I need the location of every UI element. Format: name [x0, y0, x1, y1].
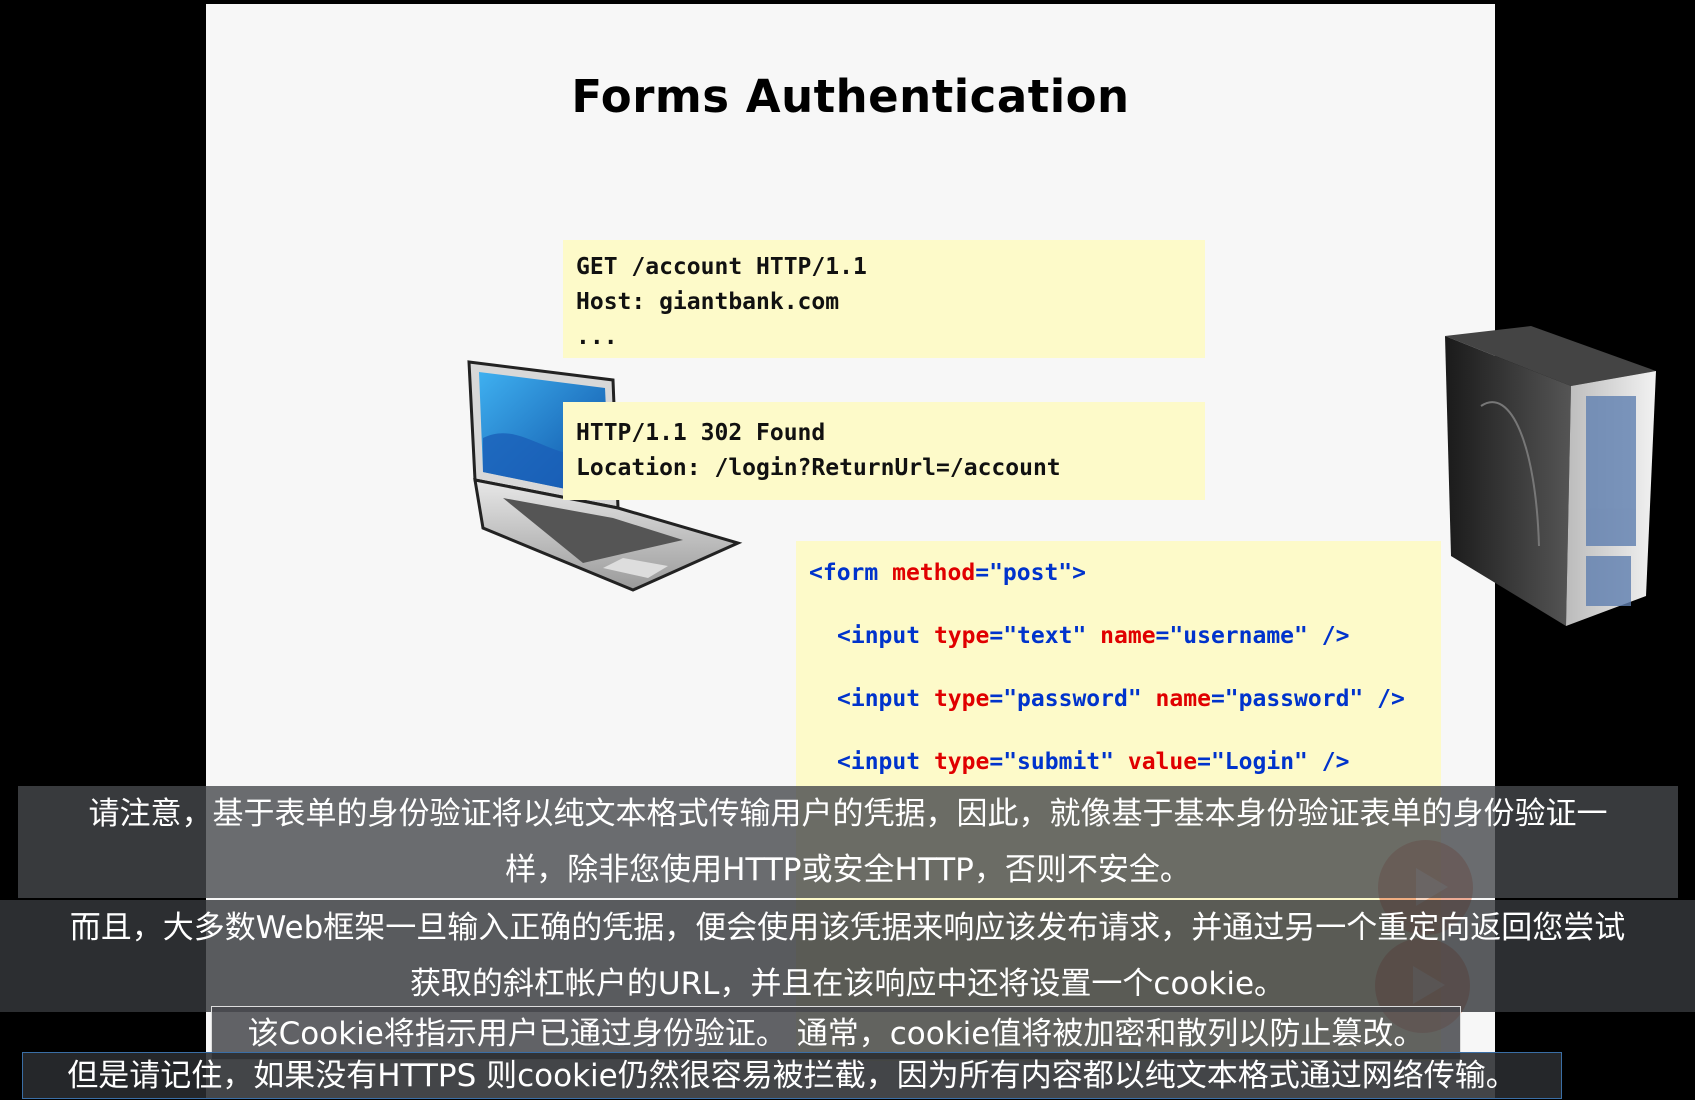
- request-line: GET /account HTTP/1.1: [576, 254, 867, 280]
- response-status: HTTP/1.1 302 Found: [576, 420, 826, 446]
- input-password-line: <input type="password" name="password" /…: [837, 686, 1405, 712]
- subtitle-line: 获取的斜杠帐户的URL，并且在该响应中还将设置一个cookie。: [409, 966, 1286, 1002]
- http-request-box: GET /account HTTP/1.1 Host: giantbank.co…: [563, 240, 1205, 358]
- request-host: Host: giantbank.com: [576, 289, 840, 315]
- server-icon: [1445, 326, 1656, 626]
- subtitle-line: 请注意，基于表单的身份验证将以纯文本格式传输用户的凭据，因此，就像基于基本身份验…: [88, 796, 1608, 832]
- request-ellipsis: ...: [576, 324, 618, 350]
- response-location: Location: /login?ReturnUrl=/account: [576, 455, 1061, 481]
- http-response-box: HTTP/1.1 302 Found Location: /login?Retu…: [563, 402, 1205, 500]
- input-username-line: <input type="text" name="username" />: [837, 623, 1350, 649]
- slide-title: Forms Authentication: [571, 70, 1130, 123]
- subtitle-block-4: 但是请记住，如果没有HTTPS 则cookie仍然很容易被拦截，因为所有内容都以…: [22, 1052, 1562, 1099]
- subtitle-block-2: 而且，大多数Web框架一旦输入正确的凭据，便会使用该凭据来响应该发布请求，并通过…: [0, 900, 1695, 1012]
- subtitle-block-1: 请注意，基于表单的身份验证将以纯文本格式传输用户的凭据，因此，就像基于基本身份验…: [18, 786, 1678, 898]
- form-open-line: <form method="post">: [809, 560, 1087, 586]
- subtitle-line: 而且，大多数Web框架一旦输入正确的凭据，便会使用该凭据来响应该发布请求，并通过…: [69, 910, 1626, 946]
- subtitle-line: 样，除非您使用HTTP或安全HTTP，否则不安全。: [505, 852, 1191, 888]
